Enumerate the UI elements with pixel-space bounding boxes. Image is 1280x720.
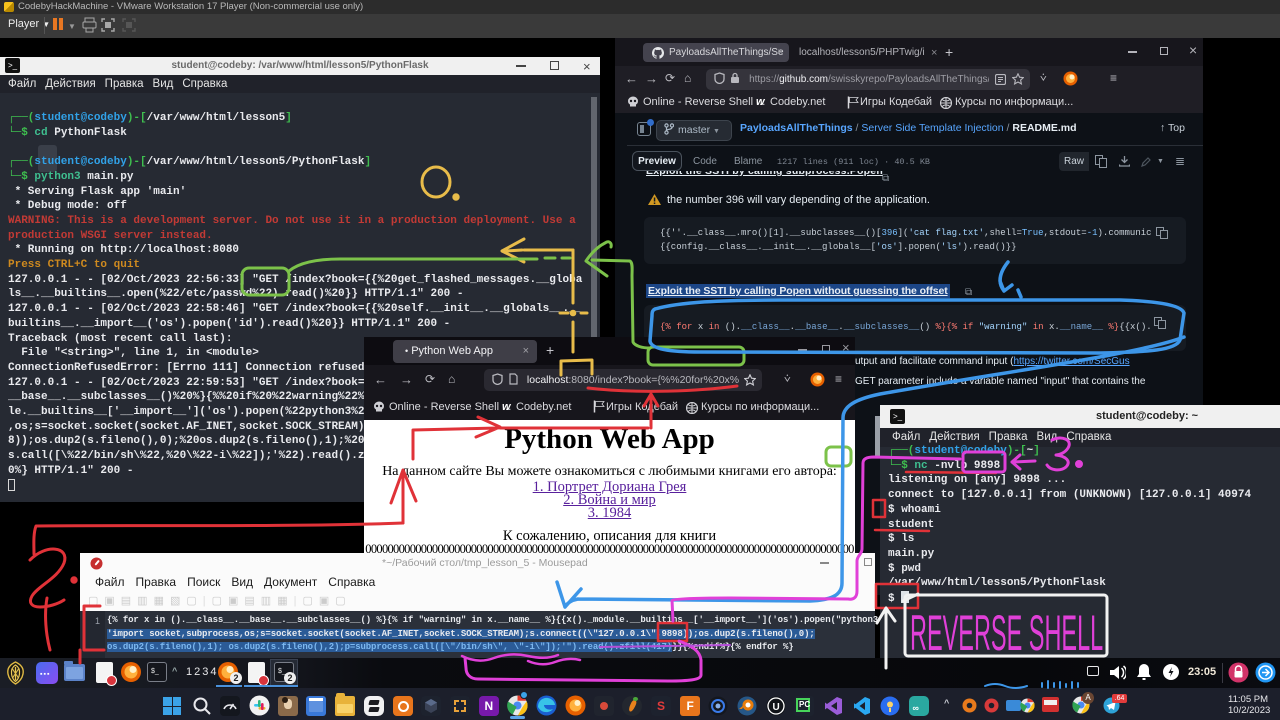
svg-text:REVERSE SHELL: REVERSE SHELL (910, 606, 1103, 661)
